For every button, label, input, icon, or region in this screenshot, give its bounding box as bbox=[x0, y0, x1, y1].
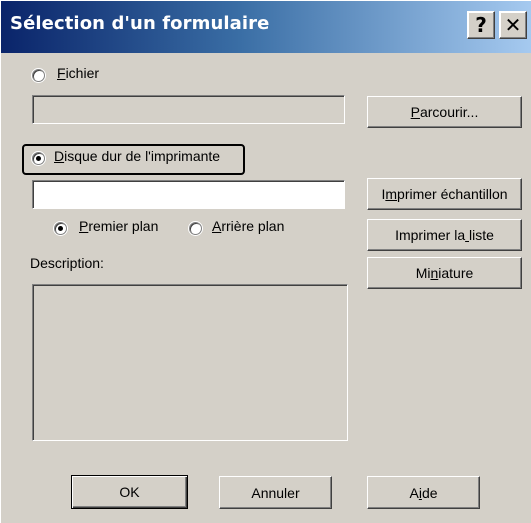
print-sample-rest: primer échantillon bbox=[397, 186, 508, 202]
print-sample-mnemonic: m bbox=[385, 186, 398, 202]
print-list-rest: liste bbox=[469, 227, 494, 243]
thumbnail-button[interactable]: Miniature bbox=[367, 257, 522, 289]
browse-label-rest: arcourir... bbox=[419, 104, 479, 120]
thumbnail-label: Miniature bbox=[416, 265, 474, 281]
background-radio[interactable] bbox=[189, 222, 202, 235]
print-sample-label: Imprimer échantillon bbox=[381, 186, 507, 202]
print-sample-button[interactable]: Imprimer échantillon bbox=[367, 178, 522, 210]
file-path-field[interactable] bbox=[32, 95, 345, 124]
foreground-mnemonic: P bbox=[79, 218, 89, 234]
disk-radio-mnemonic: D bbox=[54, 148, 65, 164]
file-radio-mnemonic: F bbox=[57, 65, 66, 81]
help-footer-pre: A bbox=[409, 484, 419, 501]
browse-button-label: Parcourir... bbox=[411, 104, 479, 120]
disk-radio-label[interactable]: Disque dur de l'imprimante bbox=[54, 148, 220, 164]
background-mnemonic: A bbox=[212, 218, 222, 234]
foreground-label-rest: remier plan bbox=[88, 218, 159, 234]
cancel-button[interactable]: Annuler bbox=[219, 476, 332, 509]
thumbnail-rest: iature bbox=[438, 265, 474, 281]
dialog-title: Sélection d'un formulaire bbox=[10, 13, 270, 34]
description-box[interactable] bbox=[32, 284, 348, 441]
close-icon: ✕ bbox=[504, 13, 522, 37]
help-button[interactable]: ? bbox=[467, 11, 495, 39]
help-icon: ? bbox=[475, 13, 487, 37]
disk-radio[interactable] bbox=[32, 152, 45, 165]
help-footer-rest: de bbox=[421, 484, 438, 501]
disk-radio-label-rest: isque dur de l'imprimante bbox=[64, 148, 221, 164]
foreground-radio-label[interactable]: Premier plan bbox=[79, 218, 158, 234]
form-selection-dialog: Sélection d'un formulaire ? ✕ Fichier Pa… bbox=[0, 0, 531, 523]
browse-button[interactable]: Parcourir... bbox=[367, 96, 522, 128]
close-button[interactable]: ✕ bbox=[499, 11, 527, 39]
ok-button[interactable]: OK bbox=[71, 475, 188, 509]
thumbnail-pre: Mi bbox=[415, 265, 431, 281]
title-bar[interactable]: Sélection d'un formulaire ? ✕ bbox=[1, 1, 531, 53]
browse-mnemonic: P bbox=[410, 104, 420, 120]
background-radio-label[interactable]: Arrière plan bbox=[212, 218, 284, 234]
print-list-label: Imprimer la liste bbox=[395, 227, 494, 243]
print-list-pre: Imprimer la bbox=[395, 227, 466, 243]
file-radio[interactable] bbox=[32, 69, 45, 82]
background-label-rest: rrière plan bbox=[221, 218, 285, 234]
description-label: Description: bbox=[30, 255, 104, 271]
help-footer-label: Aide bbox=[409, 485, 437, 501]
file-radio-label-rest: ichier bbox=[65, 65, 100, 81]
help-footer-button[interactable]: Aide bbox=[367, 476, 480, 509]
file-radio-label[interactable]: Fichier bbox=[57, 65, 99, 81]
print-list-button[interactable]: Imprimer la liste bbox=[367, 219, 522, 251]
disk-form-name-field[interactable] bbox=[32, 180, 345, 209]
foreground-radio[interactable] bbox=[54, 222, 67, 235]
